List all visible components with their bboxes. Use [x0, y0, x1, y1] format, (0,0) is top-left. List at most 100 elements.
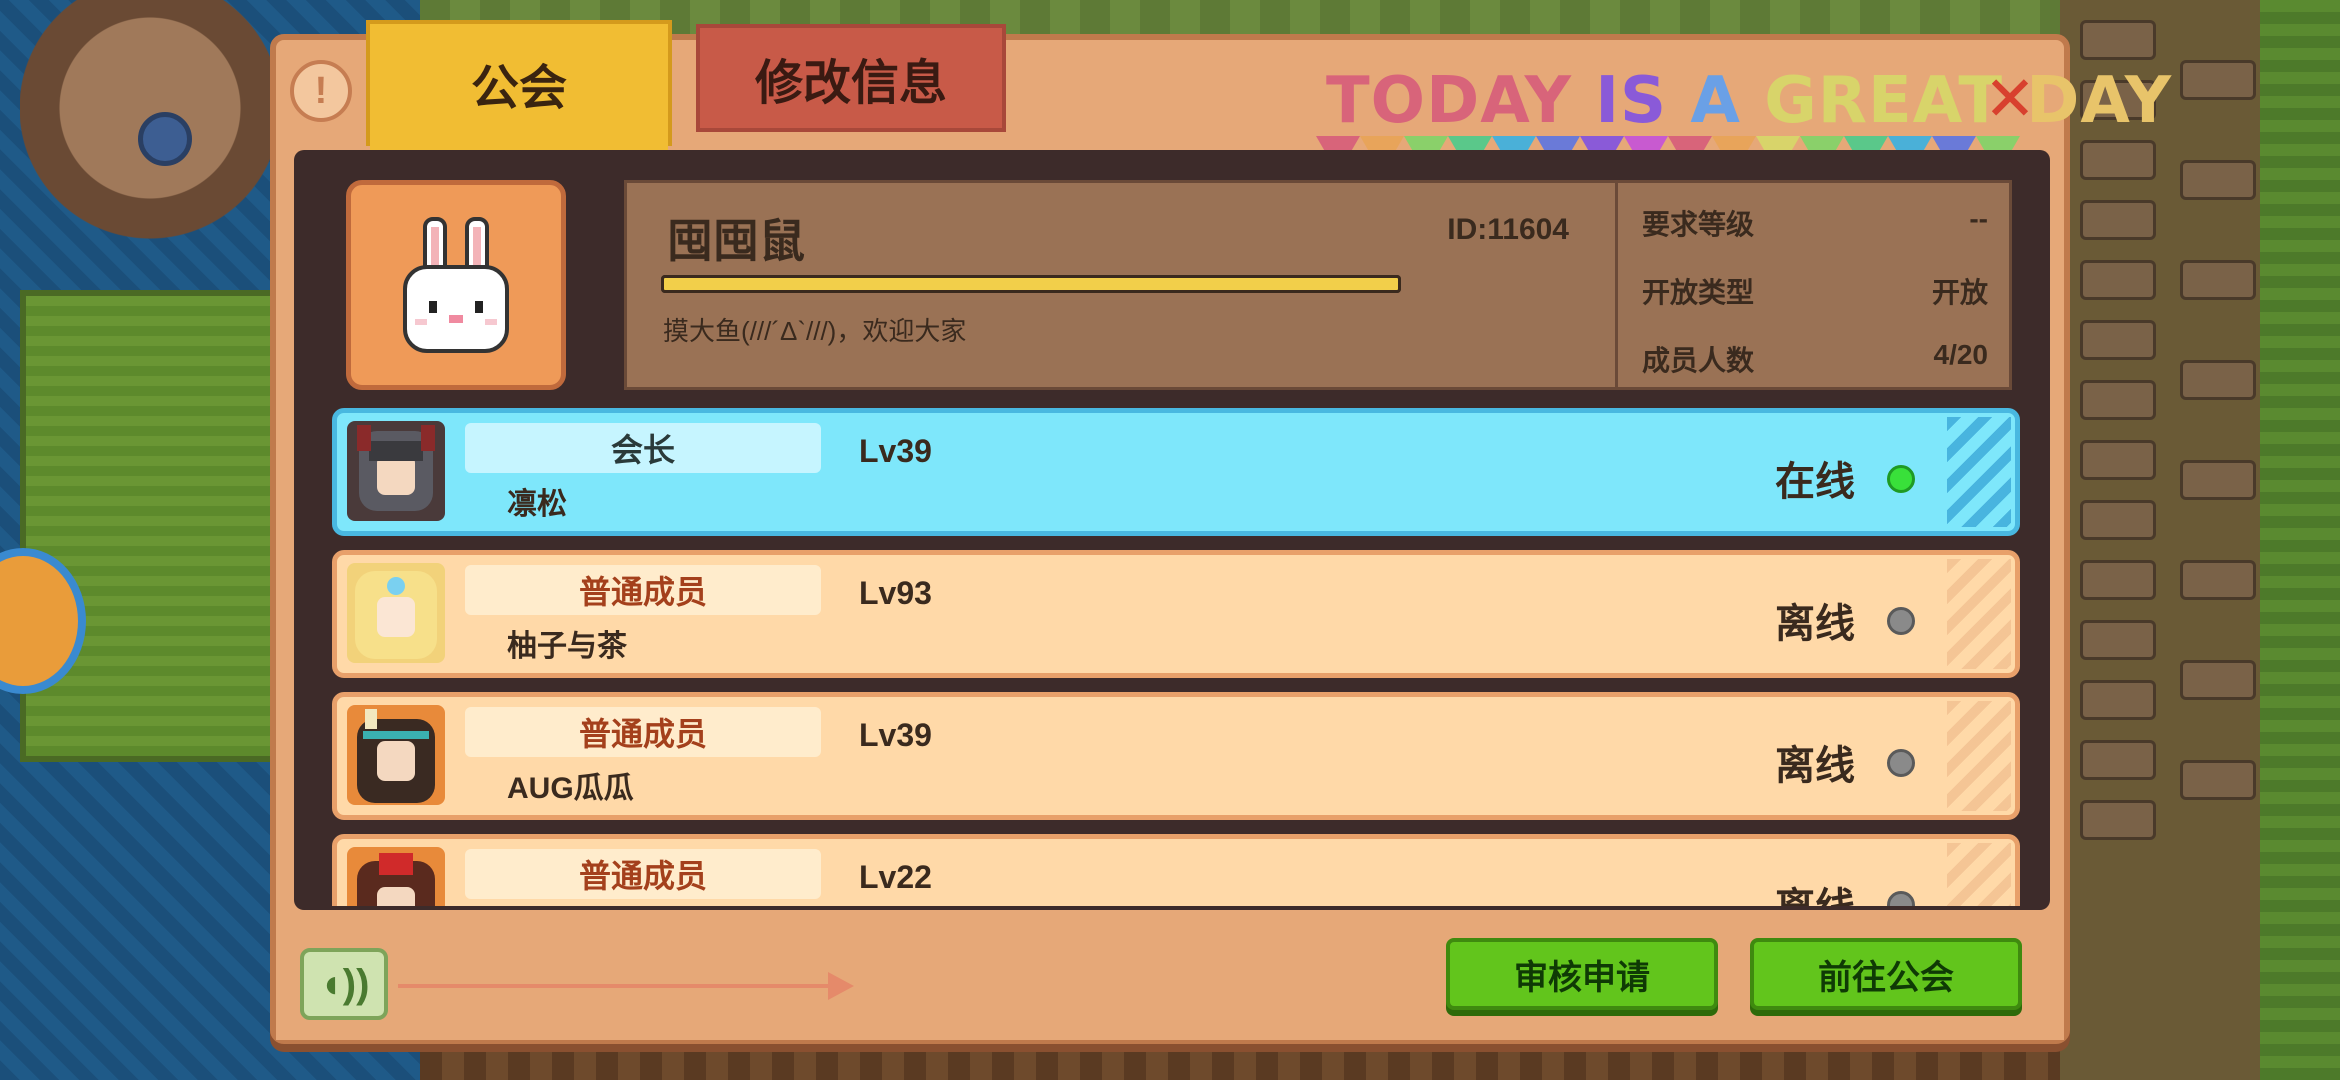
- stone: [2180, 660, 2256, 700]
- stone: [2180, 260, 2256, 300]
- stone: [2180, 560, 2256, 600]
- tower-orb: [138, 112, 192, 166]
- offline-indicator: [1887, 749, 1915, 777]
- stone: [2080, 200, 2156, 240]
- stat-member-count: 成员人数 4/20: [1642, 339, 1988, 379]
- member-name: 柚子与茶: [507, 630, 627, 663]
- stone: [2080, 140, 2156, 180]
- guild-description: 摸大鱼(///´Δ`///)，欢迎大家: [663, 316, 967, 346]
- offline-indicator: [1887, 891, 1915, 906]
- member-level: Lv39: [859, 433, 932, 469]
- stone: [2080, 680, 2156, 720]
- tab-edit-info[interactable]: 修改信息: [696, 24, 1006, 132]
- rabbit-icon: [403, 217, 509, 353]
- avatar-portrait-icon: [357, 709, 435, 803]
- member-status: 离线: [1775, 744, 1855, 788]
- stone: [2180, 60, 2256, 100]
- row-zigzag-decoration: [1947, 701, 2011, 811]
- go-to-guild-button[interactable]: 前往公会: [1750, 938, 2022, 1010]
- guild-emblem: [346, 180, 566, 390]
- stone: [2080, 440, 2156, 480]
- member-role: 普通成员: [465, 707, 821, 757]
- member-level: Lv93: [859, 575, 932, 611]
- stone: [2080, 620, 2156, 660]
- member-name: 凛松: [507, 488, 567, 521]
- background-fence: [420, 1040, 2060, 1080]
- member-avatar: [347, 705, 445, 805]
- stone: [2180, 760, 2256, 800]
- member-level: Lv39: [859, 717, 932, 753]
- member-row[interactable]: 普通成员 Lv22 离线: [332, 834, 2020, 906]
- go-to-guild-label: 前往公会: [1818, 958, 1954, 997]
- close-x-icon: ✕: [1984, 65, 2036, 134]
- tab-guild-label: 公会: [470, 62, 567, 115]
- stone: [2080, 320, 2156, 360]
- help-button[interactable]: !: [290, 60, 352, 122]
- guild-info: 囤囤鼠 ID:11604 摸大鱼(///´Δ`///)，欢迎大家: [624, 180, 1618, 390]
- arrow-head-icon: [828, 972, 854, 1000]
- stone: [2080, 560, 2156, 600]
- member-name: AUG瓜瓜: [507, 772, 634, 805]
- member-role: 普通成员: [465, 565, 821, 615]
- background-grass-left: [20, 290, 312, 762]
- guild-id: ID:11604: [1447, 213, 1569, 246]
- stat-value: 4/20: [1933, 339, 1989, 370]
- stat-open-type: 开放类型 开放: [1642, 271, 1988, 311]
- banner-word: IS: [1595, 64, 1668, 138]
- row-zigzag-decoration: [1947, 843, 2011, 906]
- stat-required-level: 要求等级 --: [1642, 203, 1988, 243]
- stat-label: 要求等级: [1642, 209, 1755, 240]
- online-indicator: [1887, 465, 1915, 493]
- row-zigzag-decoration: [1947, 559, 2011, 669]
- panel-header: ! 公会 修改信息 TODAY IS A GREAT DAY ✕: [276, 20, 2171, 174]
- member-status: 离线: [1775, 602, 1855, 646]
- today-banner: TODAY IS A GREAT DAY: [1326, 64, 2172, 138]
- member-status: 离线: [1775, 875, 1855, 906]
- arrow-decoration: [398, 984, 838, 988]
- avatar-portrait-icon: [355, 571, 437, 659]
- sound-button[interactable]: ◖)): [300, 948, 388, 1020]
- member-row[interactable]: 普通成员 Lv93 柚子与茶 离线: [332, 550, 2020, 678]
- stone: [2180, 160, 2256, 200]
- stone: [2080, 20, 2156, 60]
- member-avatar: [347, 421, 445, 521]
- stat-value: 开放: [1931, 277, 1988, 308]
- stone: [2180, 360, 2256, 400]
- review-applications-label: 审核申请: [1514, 958, 1650, 997]
- stone: [2080, 740, 2156, 780]
- speaker-icon: ◖)): [318, 961, 370, 1006]
- banner-word: DAY: [2026, 64, 2173, 138]
- stone: [2080, 380, 2156, 420]
- review-applications-button[interactable]: 审核申请: [1446, 938, 1718, 1010]
- member-avatar: [347, 563, 445, 663]
- member-level: Lv22: [859, 859, 932, 895]
- banner-word: GREAT: [1764, 64, 2003, 138]
- stone: [2180, 460, 2256, 500]
- guild-panel: ! 公会 修改信息 TODAY IS A GREAT DAY ✕ 囤囤鼠 ID:…: [270, 20, 2171, 1044]
- guild-progress-bar: [661, 275, 1401, 293]
- guild-stats: 要求等级 -- 开放类型 开放 成员人数 4/20: [1618, 180, 2012, 390]
- banner-word: TODAY: [1326, 64, 1572, 138]
- guild-progress-fill: [661, 275, 1401, 293]
- stone: [2080, 260, 2156, 300]
- stat-value: --: [1969, 203, 1988, 234]
- tab-guild[interactable]: 公会: [366, 20, 672, 168]
- offline-indicator: [1887, 607, 1915, 635]
- guild-name: 囤囤鼠: [667, 215, 805, 267]
- row-zigzag-decoration: [1947, 417, 2011, 527]
- member-avatar: [347, 847, 445, 906]
- member-role: 普通成员: [465, 849, 821, 899]
- stat-label: 成员人数: [1642, 345, 1755, 376]
- member-role: 会长: [465, 423, 821, 473]
- member-row[interactable]: 普通成员 Lv39 AUG瓜瓜 离线: [332, 692, 2020, 820]
- stone: [2080, 500, 2156, 540]
- close-button[interactable]: ✕: [1984, 62, 2036, 135]
- stone: [2080, 800, 2156, 840]
- exclamation-icon: !: [314, 69, 328, 112]
- panel-footer: ◖)) 审核申请 前往公会: [276, 910, 2064, 1040]
- background-grass-right: [2260, 0, 2340, 1080]
- stat-label: 开放类型: [1642, 277, 1755, 308]
- background-tower: [20, 0, 280, 270]
- member-row[interactable]: 会长 Lv39 凛松 在线: [332, 408, 2020, 536]
- member-list[interactable]: 会长 Lv39 凛松 在线 普通成员 Lv93 柚子与茶 离线 普通成员 Lv3…: [332, 408, 2020, 906]
